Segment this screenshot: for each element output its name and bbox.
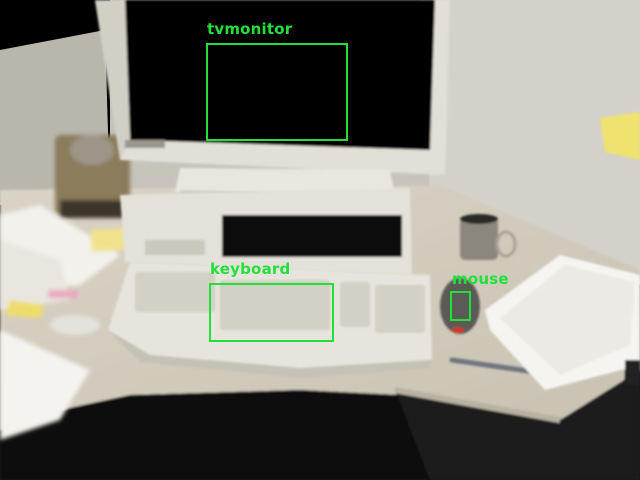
mouse-label: mouse bbox=[452, 270, 509, 288]
tvmonitor-label: tvmonitor bbox=[207, 20, 293, 38]
keyboard-bounding-box bbox=[209, 283, 334, 342]
photo-scene: tvmonitor keyboard mouse bbox=[0, 0, 640, 480]
keyboard-label: keyboard bbox=[210, 260, 291, 278]
tvmonitor-bounding-box bbox=[206, 43, 348, 141]
mouse-bounding-box bbox=[450, 291, 471, 321]
